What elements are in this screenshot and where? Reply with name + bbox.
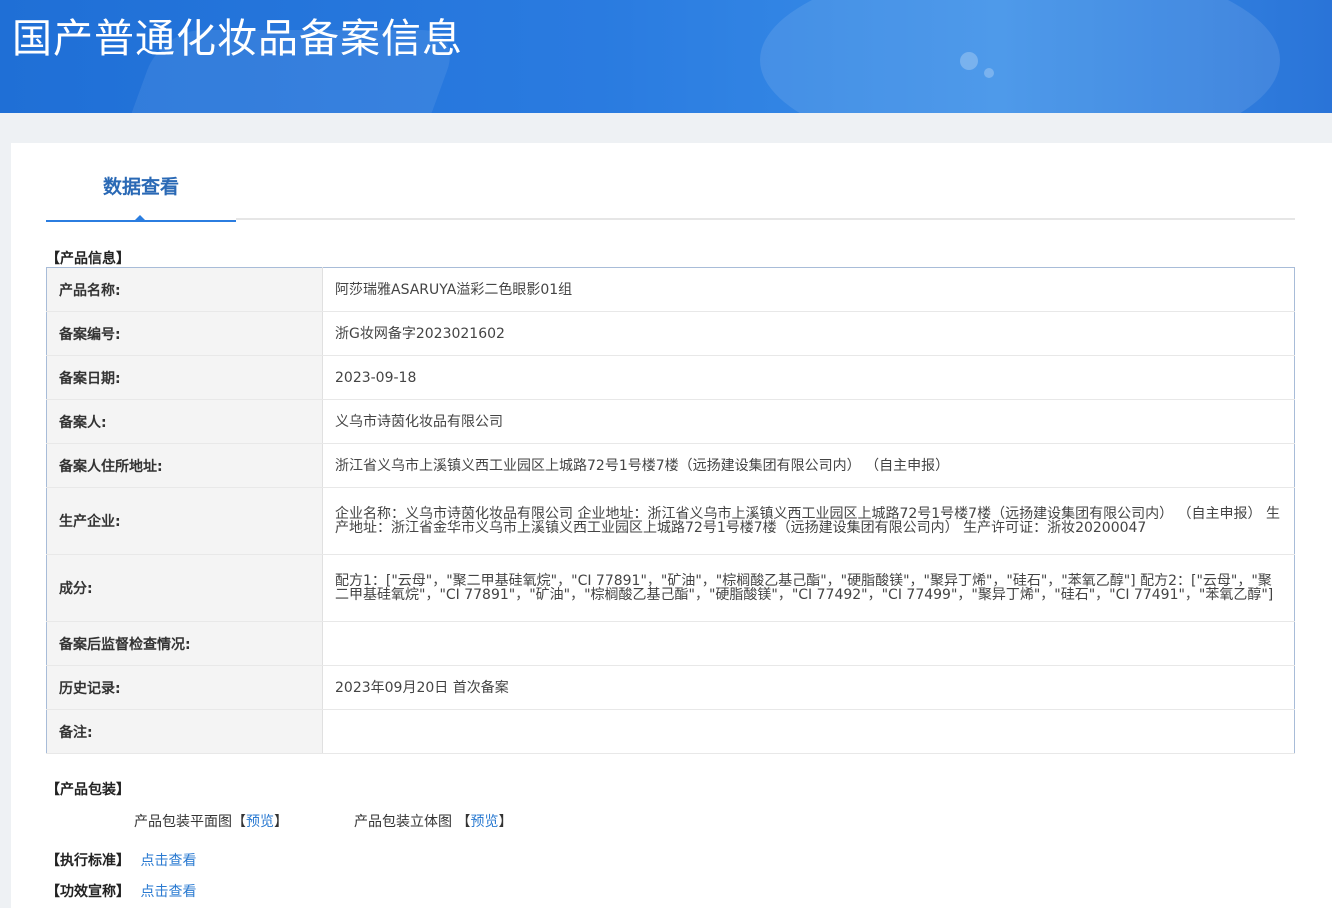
table-row: 备案人住所地址: 浙江省义乌市上溪镇义西工业园区上城路72号1号楼7楼（远扬建设集… [46, 443, 1295, 488]
row-value: 阿莎瑞雅ASARUYA溢彩二色眼影01组 [322, 267, 1295, 312]
bracket-open: 【 [456, 814, 471, 830]
row-key: 备案后监督检查情况: [46, 621, 323, 666]
row-key: 成分: [46, 554, 323, 622]
row-key: 备注: [46, 709, 323, 754]
row-value: 义乌市诗茵化妆品有限公司 [322, 399, 1295, 444]
packaging-solid-preview-link[interactable]: 预览 [470, 814, 498, 830]
row-value [322, 621, 1295, 666]
row-value: 浙江省义乌市上溪镇义西工业园区上城路72号1号楼7楼（远扬建设集团有限公司内） … [322, 443, 1295, 488]
standard-row: 【执行标准】 点击查看 [46, 850, 196, 870]
bracket-close: 】 [498, 814, 513, 830]
tab-active-caret [133, 215, 147, 222]
product-info-heading: 【产品信息】 [46, 251, 130, 267]
header-banner: 国产普通化妆品备案信息 [0, 0, 1332, 113]
tab-label: 数据查看 [102, 176, 179, 198]
row-value [322, 709, 1295, 754]
row-key: 产品名称: [46, 267, 323, 312]
row-value: 浙G妆网备字2023021602 [322, 311, 1295, 356]
efficacy-label: 【功效宣称】 [46, 884, 130, 900]
row-value: 2023年09月20日 首次备案 [322, 665, 1295, 710]
table-row: 备案后监督检查情况: [46, 621, 1295, 666]
packaging-solid-row: 产品包装立体图 【预览】 [354, 811, 512, 831]
table-row: 历史记录: 2023年09月20日 首次备案 [46, 665, 1295, 710]
bracket-open: 【 [232, 814, 246, 830]
table-row: 产品名称: 阿莎瑞雅ASARUYA溢彩二色眼影01组 [46, 267, 1295, 312]
tab-divider [236, 218, 1295, 220]
packaging-flat-preview-link[interactable]: 预览 [246, 814, 274, 830]
packaging-flat-row: 产品包装平面图【预览】 [134, 811, 288, 831]
table-row: 成分: 配方1：["云母"，"聚二甲基硅氧烷"，"CI 77891"，"矿油"，"… [46, 554, 1295, 622]
efficacy-row: 【功效宣称】 点击查看 [46, 881, 196, 901]
row-key: 备案日期: [46, 355, 323, 400]
standard-view-link[interactable]: 点击查看 [140, 853, 196, 869]
bracket-close: 】 [274, 814, 288, 830]
row-key: 备案编号: [46, 311, 323, 356]
main-panel: 数据查看 【产品信息】 产品名称: 阿莎瑞雅ASARUYA溢彩二色眼影01组 备案编… [11, 143, 1332, 908]
standard-label: 【执行标准】 [46, 853, 130, 869]
table-row: 备案编号: 浙G妆网备字2023021602 [46, 311, 1295, 356]
row-key: 历史记录: [46, 665, 323, 710]
packaging-solid-label: 产品包装立体图 [354, 814, 452, 830]
tab-data-view[interactable]: 数据查看 [46, 163, 236, 222]
table-row: 备案日期: 2023-09-18 [46, 355, 1295, 400]
row-key: 生产企业: [46, 487, 323, 555]
row-value: 2023-09-18 [322, 355, 1295, 400]
row-value: 企业名称：义乌市诗茵化妆品有限公司 企业地址：浙江省义乌市上溪镇义西工业园区上城… [322, 487, 1295, 555]
product-info-table: 产品名称: 阿莎瑞雅ASARUYA溢彩二色眼影01组 备案编号: 浙G妆网备字2023… [46, 267, 1295, 754]
table-row: 备案人: 义乌市诗茵化妆品有限公司 [46, 399, 1295, 444]
row-key: 备案人住所地址: [46, 443, 323, 488]
packaging-heading: 【产品包装】 [46, 782, 130, 798]
table-row: 生产企业: 企业名称：义乌市诗茵化妆品有限公司 企业地址：浙江省义乌市上溪镇义西工… [46, 487, 1295, 555]
packaging-flat-label: 产品包装平面图 [134, 814, 232, 830]
row-key: 备案人: [46, 399, 323, 444]
efficacy-view-link[interactable]: 点击查看 [140, 884, 196, 900]
page-title: 国产普通化妆品备案信息 [12, 16, 463, 62]
table-row: 备注: [46, 709, 1295, 754]
row-value: 配方1：["云母"，"聚二甲基硅氧烷"，"CI 77891"，"矿油"，"棕榈酸… [322, 554, 1295, 622]
